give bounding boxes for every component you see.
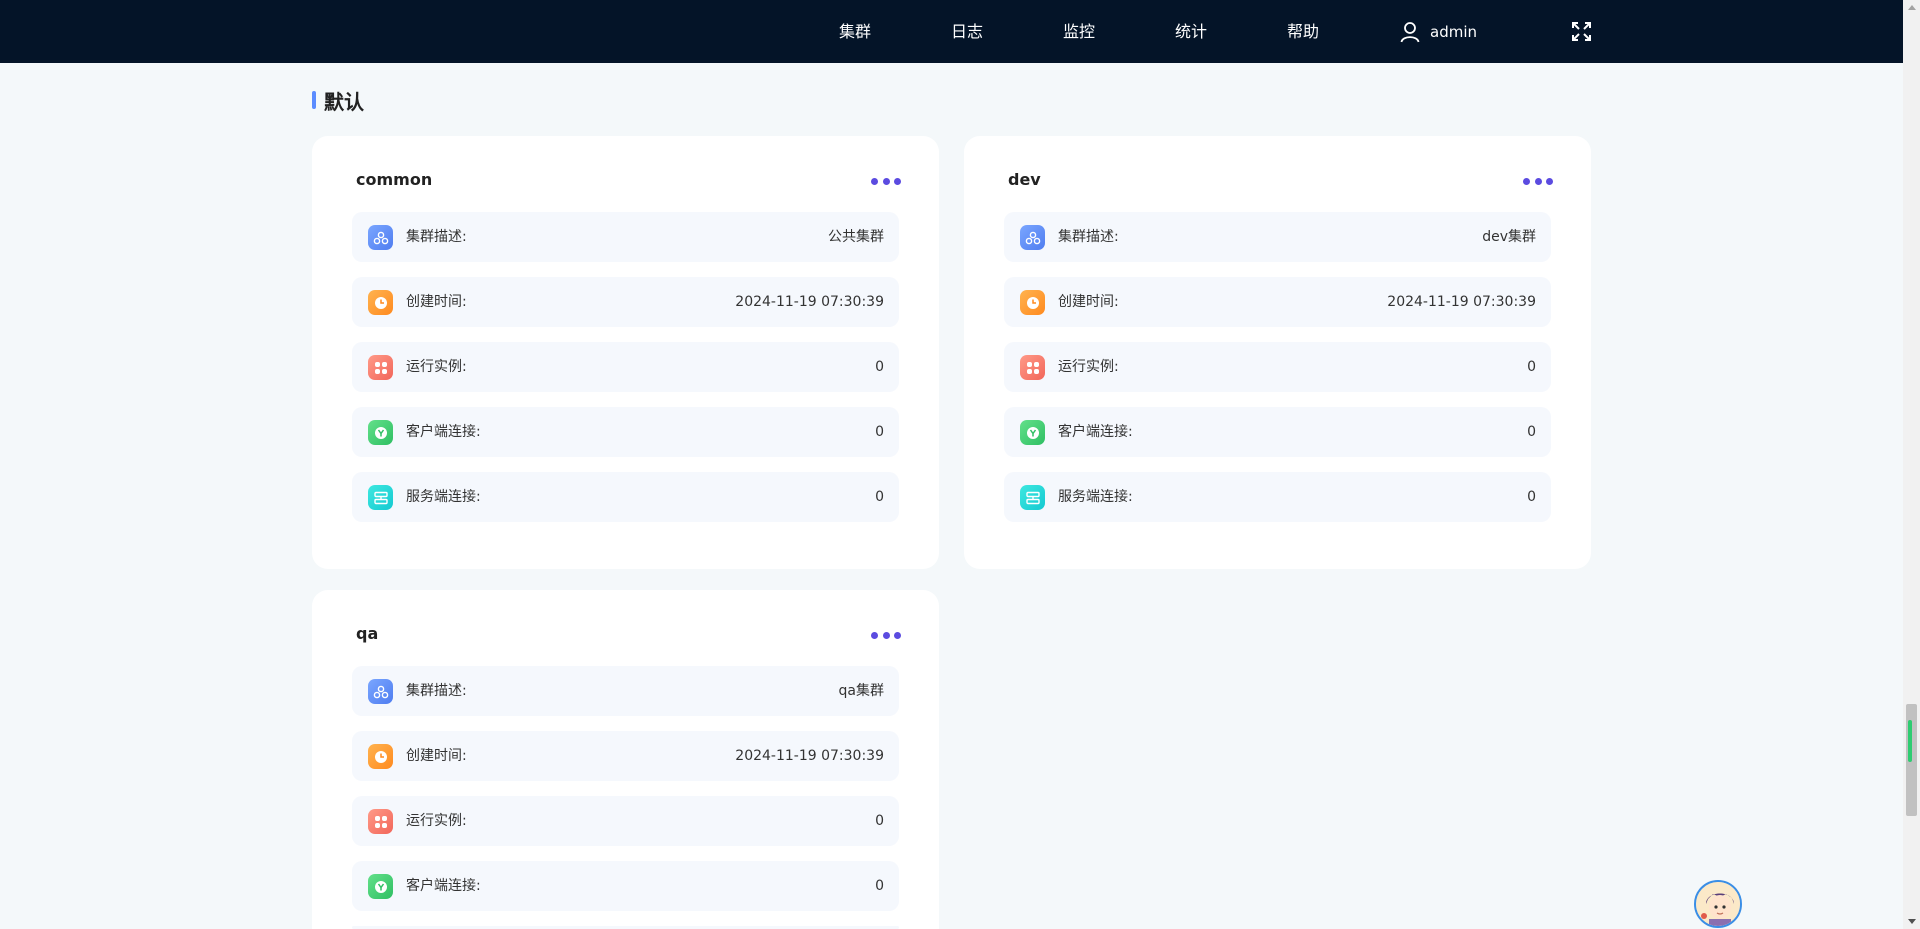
nav-item-help[interactable]: 帮助 [1287, 0, 1319, 63]
more-options-icon[interactable] [871, 176, 901, 186]
row-server-connections: 服务端连接: 0 [352, 472, 899, 522]
user-icon [1400, 21, 1420, 42]
more-options-icon[interactable] [1523, 176, 1553, 186]
row-label: 创建时间: [1058, 294, 1119, 310]
row-label: 客户端连接: [406, 424, 481, 440]
more-options-icon[interactable] [871, 630, 901, 640]
row-value: 0 [1527, 424, 1536, 440]
row-label: 服务端连接: [1058, 489, 1133, 505]
section-accent-bar [312, 91, 316, 109]
row-label: 服务端连接: [406, 489, 481, 505]
row-created-time: 创建时间: 2024-11-19 07:30:39 [352, 731, 899, 781]
cluster-card-qa: qa 集群描述: qa集群 创建时间: 2024-11-19 07:30:39 … [312, 590, 939, 929]
grid-icon [368, 809, 393, 834]
row-value: 0 [875, 424, 884, 440]
row-description: 集群描述: 公共集群 [352, 212, 899, 262]
row-value: 0 [1527, 359, 1536, 375]
row-running-instances: 运行实例: 0 [352, 796, 899, 846]
section-title: 默认 [312, 88, 364, 114]
client-icon [368, 420, 393, 445]
nav-item-logs[interactable]: 日志 [951, 0, 983, 63]
cluster-name: common [356, 170, 433, 189]
page-scrollbar[interactable] [1903, 0, 1920, 929]
row-server-connections: 服务端连接: 0 [1004, 472, 1551, 522]
clock-icon [368, 290, 393, 315]
cluster-icon [368, 679, 393, 704]
row-description: 集群描述: dev集群 [1004, 212, 1551, 262]
row-description: 集群描述: qa集群 [352, 666, 899, 716]
row-running-instances: 运行实例: 0 [1004, 342, 1551, 392]
row-label: 客户端连接: [406, 878, 481, 894]
avatar-icon [1696, 882, 1740, 926]
cluster-name: qa [356, 624, 379, 643]
assistant-avatar[interactable] [1694, 880, 1742, 928]
nav-item-cluster[interactable]: 集群 [839, 0, 871, 63]
scroll-down-arrow-icon[interactable] [1908, 919, 1916, 924]
cluster-card-common: common 集群描述: 公共集群 创建时间: 2024-11-19 07:30… [312, 136, 939, 569]
clock-icon [368, 744, 393, 769]
nav-item-statistics[interactable]: 统计 [1175, 0, 1207, 63]
section-title-text: 默认 [324, 89, 364, 114]
client-icon [368, 874, 393, 899]
row-value: 0 [875, 878, 884, 894]
row-client-connections: 客户端连接: 0 [352, 407, 899, 457]
row-value: 0 [875, 489, 884, 505]
clock-icon [1020, 290, 1045, 315]
row-value: 公共集群 [828, 229, 884, 245]
user-menu[interactable]: admin [1400, 0, 1477, 63]
row-value: 0 [875, 359, 884, 375]
row-label: 运行实例: [1058, 359, 1119, 375]
row-value: dev集群 [1482, 229, 1536, 245]
client-icon [1020, 420, 1045, 445]
nav-item-monitor[interactable]: 监控 [1063, 0, 1095, 63]
row-client-connections: 客户端连接: 0 [352, 861, 899, 911]
grid-icon [1020, 355, 1045, 380]
cluster-icon [368, 225, 393, 250]
row-value: qa集群 [838, 683, 884, 699]
fullscreen-icon[interactable] [1572, 22, 1591, 41]
row-created-time: 创建时间: 2024-11-19 07:30:39 [1004, 277, 1551, 327]
row-label: 集群描述: [406, 683, 467, 699]
row-value: 0 [875, 813, 884, 829]
cluster-icon [1020, 225, 1045, 250]
cluster-name: dev [1008, 170, 1041, 189]
scroll-up-arrow-icon[interactable] [1908, 5, 1916, 10]
row-value: 2024-11-19 07:30:39 [735, 748, 884, 764]
user-name: admin [1430, 22, 1477, 41]
row-value: 2024-11-19 07:30:39 [735, 294, 884, 310]
row-label: 集群描述: [1058, 229, 1119, 245]
row-label: 运行实例: [406, 359, 467, 375]
row-created-time: 创建时间: 2024-11-19 07:30:39 [352, 277, 899, 327]
row-client-connections: 客户端连接: 0 [1004, 407, 1551, 457]
scroll-progress-indicator [1908, 720, 1912, 762]
top-navbar: 集群 日志 监控 统计 帮助 admin [0, 0, 1903, 63]
row-label: 集群描述: [406, 229, 467, 245]
row-label: 创建时间: [406, 294, 467, 310]
server-icon [1020, 485, 1045, 510]
server-icon [368, 485, 393, 510]
row-label: 运行实例: [406, 813, 467, 829]
row-value: 0 [1527, 489, 1536, 505]
cluster-card-dev: dev 集群描述: dev集群 创建时间: 2024-11-19 07:30:3… [964, 136, 1591, 569]
row-label: 客户端连接: [1058, 424, 1133, 440]
grid-icon [368, 355, 393, 380]
row-value: 2024-11-19 07:30:39 [1387, 294, 1536, 310]
row-running-instances: 运行实例: 0 [352, 342, 899, 392]
row-label: 创建时间: [406, 748, 467, 764]
